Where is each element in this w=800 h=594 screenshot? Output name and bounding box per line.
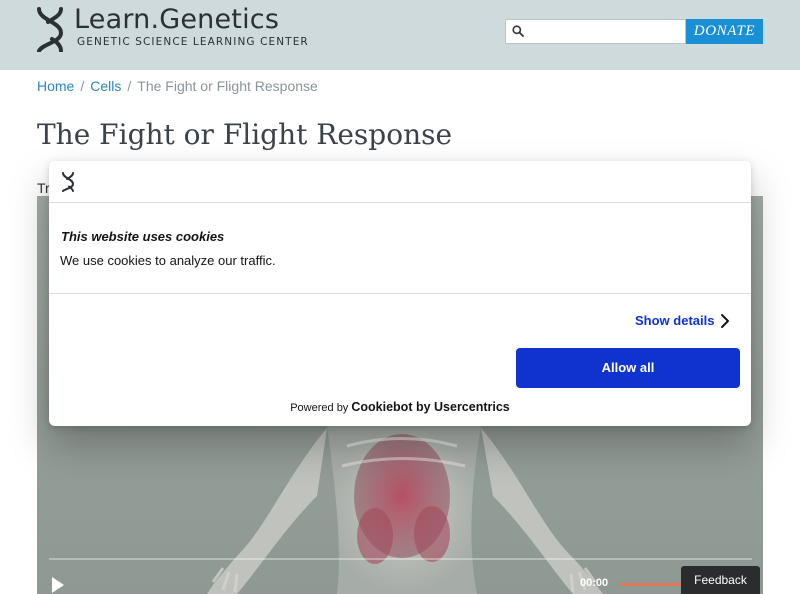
feedback-button[interactable]: Feedback [681,566,760,594]
play-icon[interactable] [50,576,66,594]
video-progress-bar[interactable] [49,558,752,560]
show-details-link[interactable]: Show details [635,313,714,328]
breadcrumb-home[interactable]: Home [37,78,74,94]
dna-icon [62,172,75,192]
breadcrumb-current: The Fight or Flight Response [137,78,318,94]
search-icon [512,25,524,37]
dna-icon [37,7,64,52]
volume-slider[interactable] [619,583,689,586]
powered-prefix: Powered by [290,402,349,414]
cookie-title: This website uses cookies [61,229,225,244]
intro-text: Tr [37,180,50,196]
chevron-right-icon[interactable] [720,313,730,329]
cookie-dialog-header [49,161,751,203]
search-box[interactable] [505,19,686,44]
site-header: Learn.Genetics GENETIC SCIENCE LEARNING … [0,0,800,70]
cookie-consent-dialog: This website uses cookies We use cookies… [49,161,751,426]
powered-by[interactable]: Powered by Cookiebot by Usercentrics [49,400,751,414]
page-title: The Fight or Flight Response [37,118,453,151]
video-time: 00:00 [580,577,609,589]
donate-button[interactable]: DONATE [686,19,763,44]
search-input[interactable] [528,21,683,42]
breadcrumb-separator: / [80,78,85,94]
logo-subtitle: GENETIC SCIENCE LEARNING CENTER [77,36,309,48]
breadcrumb-cells[interactable]: Cells [90,78,121,94]
cookie-text: We use cookies to analyze our traffic. [60,253,276,268]
breadcrumb-separator: / [127,78,132,94]
site-logo[interactable]: Learn.Genetics GENETIC SCIENCE LEARNING … [34,4,324,52]
breadcrumb: Home / Cells / The Fight or Flight Response [37,78,318,94]
divider [49,293,751,294]
cookiebot-brand[interactable]: Cookiebot by Usercentrics [351,400,509,414]
allow-all-button[interactable]: Allow all [516,348,740,388]
logo-text: Learn.Genetics [74,4,280,35]
